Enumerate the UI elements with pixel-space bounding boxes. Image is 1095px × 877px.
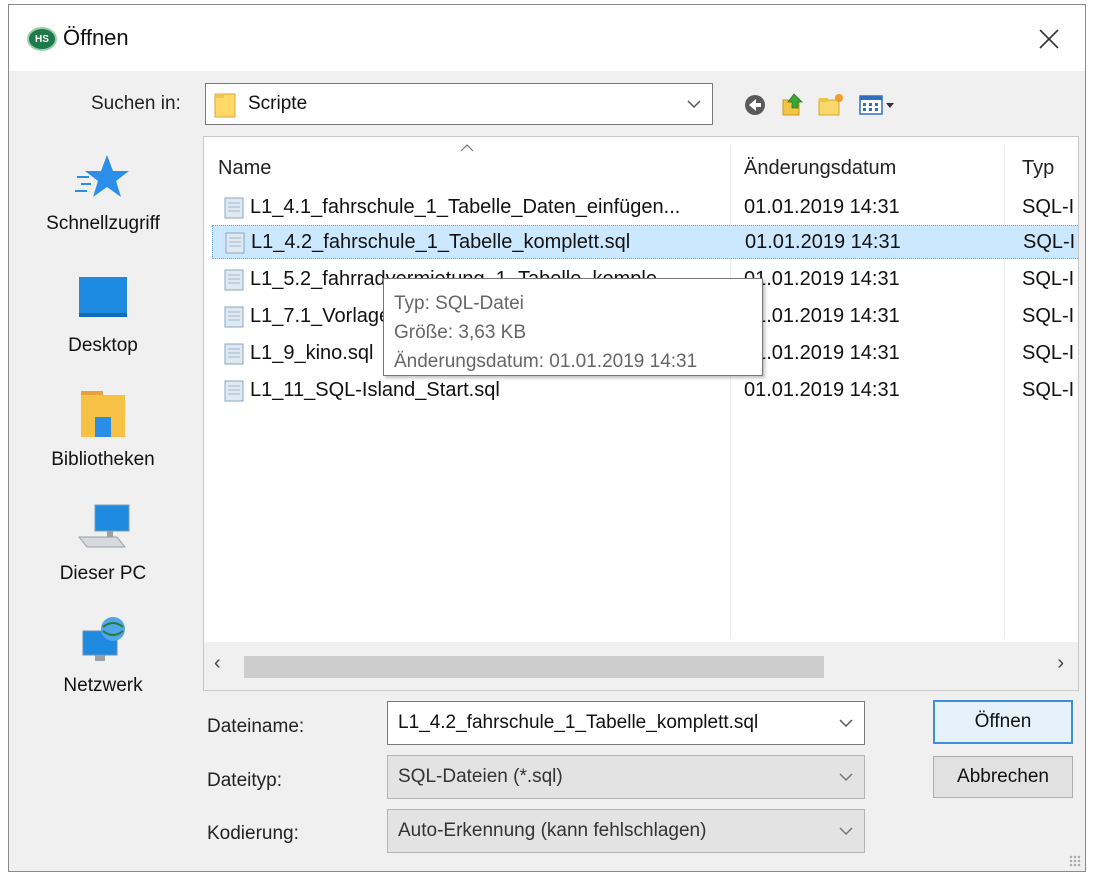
tooltip-type: Typ: SQL-Datei (394, 293, 524, 314)
file-date: 01.01.2019 14:31 (744, 268, 900, 290)
sidebar-item-desktop[interactable]: Desktop (9, 273, 197, 357)
chevron-down-icon[interactable] (838, 715, 854, 731)
column-header-type[interactable]: Typ (1022, 157, 1054, 180)
filetype-combobox[interactable]: SQL-Dateien (*.sql) (387, 755, 865, 799)
scrollbar-thumb[interactable] (244, 656, 824, 678)
filename-label: Dateiname: (207, 716, 305, 737)
filetype-label: Dateityp: (207, 770, 282, 791)
sidebar-item-label: Netzwerk (63, 675, 143, 696)
file-date: 01.01.2019 14:31 (744, 196, 900, 218)
new-folder-icon[interactable] (817, 91, 845, 119)
sql-file-icon (222, 196, 246, 220)
file-type: SQL-I (1022, 379, 1075, 401)
file-type: SQL-I (1022, 268, 1075, 290)
sql-file-icon (222, 305, 246, 329)
sidebar-item-label: Bibliotheken (51, 449, 155, 470)
file-row-selected[interactable]: L1_4.2_fahrschule_1_Tabelle_komplett.sql… (212, 225, 1078, 259)
column-header-date[interactable]: Änderungsdatum (744, 157, 896, 180)
resize-grip[interactable] (1069, 855, 1081, 867)
scroll-left-icon[interactable]: ‹ (214, 652, 221, 675)
close-icon (1039, 29, 1059, 49)
filetype-value: SQL-Dateien (*.sql) (398, 766, 563, 787)
dialog-title: Öffnen (63, 25, 129, 50)
lookin-combobox[interactable]: Scripte (205, 83, 713, 125)
encoding-combobox[interactable]: Auto-Erkennung (kann fehlschlagen) (387, 809, 865, 853)
folder-icon (214, 92, 236, 118)
file-type: SQL-I (1022, 305, 1075, 327)
file-type: SQL-I (1022, 196, 1075, 218)
file-tooltip: Typ: SQL-Datei Größe: 3,63 KB Änderungsd… (383, 278, 763, 376)
horizontal-scrollbar[interactable]: ‹ › (204, 642, 1078, 690)
star-icon (73, 151, 133, 207)
sidebar-item-label: Dieser PC (59, 563, 147, 584)
sidebar-item-label: Desktop (68, 335, 138, 356)
sql-file-icon (223, 231, 247, 255)
sidebar-item-label: Schnellzugriff (46, 213, 160, 234)
encoding-label: Kodierung: (207, 823, 299, 844)
sidebar-item-network[interactable]: Netzwerk (9, 613, 197, 697)
network-icon (73, 613, 133, 669)
sidebar-item-this-pc[interactable]: Dieser PC (9, 501, 197, 585)
back-icon[interactable] (741, 91, 769, 119)
sort-ascending-icon (460, 144, 474, 152)
chevron-down-icon (838, 823, 854, 839)
lookin-label: Suchen in: (91, 93, 181, 114)
filename-combobox[interactable]: L1_4.2_fahrschule_1_Tabelle_komplett.sql (387, 701, 865, 745)
view-menu-icon[interactable] (857, 91, 897, 119)
sql-file-icon (222, 379, 246, 403)
tooltip-size: Größe: 3,63 KB (394, 322, 527, 343)
filename-value: L1_4.2_fahrschule_1_Tabelle_komplett.sql (398, 712, 759, 733)
file-date: 01.01.2019 14:31 (745, 231, 901, 253)
cancel-button[interactable]: Abbrechen (933, 756, 1073, 798)
open-dialog: HS Öffnen Suchen in: Scripte Schnellzugr… (8, 4, 1086, 872)
sidebar-item-libraries[interactable]: Bibliotheken (9, 387, 197, 471)
close-button[interactable] (1029, 19, 1069, 59)
file-name: L1_11_SQL-Island_Start.sql (250, 379, 500, 401)
chevron-down-icon (686, 96, 702, 112)
file-name: L1_7.1_Vorlage (250, 305, 391, 327)
sql-file-icon (222, 268, 246, 292)
sql-file-icon (222, 342, 246, 366)
file-type: SQL-I (1023, 231, 1076, 253)
file-name: L1_4.1_fahrschule_1_Tabelle_Daten_einfüg… (250, 196, 681, 218)
title-bar: HS Öffnen (9, 5, 1085, 71)
lookin-value: Scripte (248, 93, 308, 114)
app-icon: HS (27, 27, 57, 51)
file-date: 01.01.2019 14:31 (744, 342, 900, 364)
file-type: SQL-I (1022, 342, 1075, 364)
file-name: L1_4.2_fahrschule_1_Tabelle_komplett.sql (251, 231, 631, 253)
file-row[interactable]: L1_4.1_fahrschule_1_Tabelle_Daten_einfüg… (212, 191, 1078, 225)
computer-icon (73, 501, 133, 557)
scroll-right-icon[interactable]: › (1057, 652, 1064, 675)
file-list[interactable]: Name Änderungsdatum Typ L1_4.1_fahrschul… (203, 136, 1079, 691)
file-row[interactable]: L1_11_SQL-Island_Start.sql 01.01.2019 14… (212, 374, 1078, 408)
file-date: 01.01.2019 14:31 (744, 379, 900, 401)
chevron-down-icon (838, 769, 854, 785)
desktop-icon (73, 273, 133, 329)
sidebar-item-quick-access[interactable]: Schnellzugriff (9, 151, 197, 235)
file-name: L1_9_kino.sql (250, 342, 374, 364)
column-header-name[interactable]: Name (218, 157, 271, 180)
encoding-value: Auto-Erkennung (kann fehlschlagen) (398, 820, 707, 841)
open-button[interactable]: Öffnen (933, 700, 1073, 744)
tooltip-date: Änderungsdatum: 01.01.2019 14:31 (394, 351, 698, 372)
up-folder-icon[interactable] (779, 91, 807, 119)
libraries-icon (73, 387, 133, 443)
file-date: 01.01.2019 14:31 (744, 305, 900, 327)
